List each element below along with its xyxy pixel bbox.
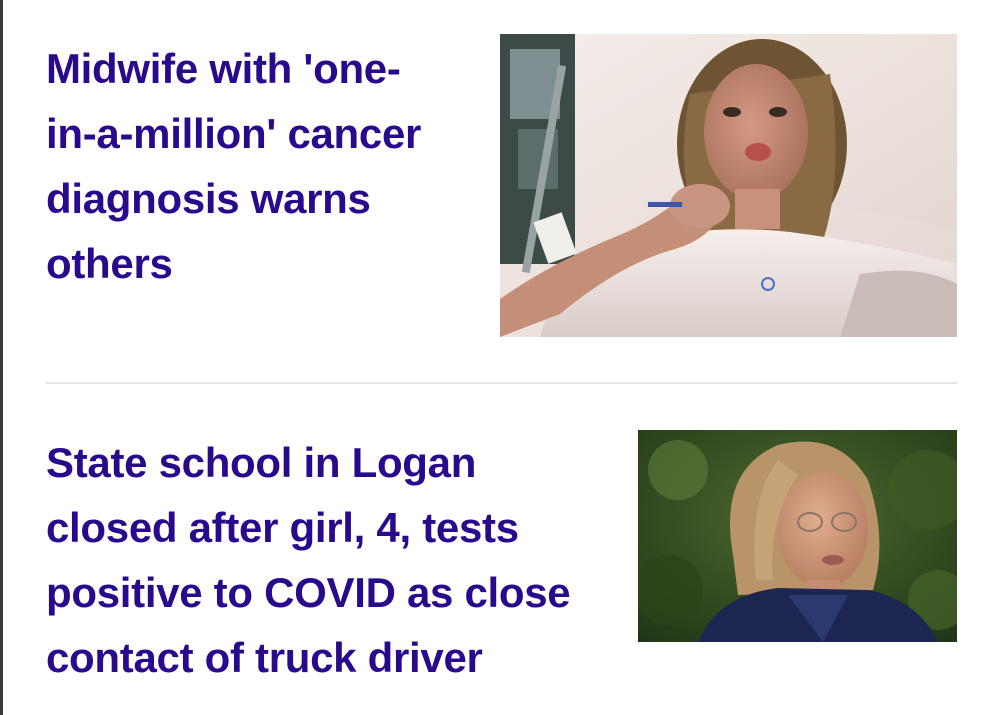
headline-line: contact of truck driver	[46, 634, 483, 681]
hospital-photo	[500, 34, 957, 337]
headline-line: in-a-million' cancer	[46, 110, 422, 157]
headline-line: Midwife with 'one-	[46, 45, 401, 92]
headline-line: closed after girl, 4, tests	[46, 504, 519, 551]
headline-line: diagnosis warns	[46, 175, 371, 222]
headline-line: positive to COVID as close	[46, 569, 571, 616]
story-card-midwife[interactable]: Midwife with 'one- in-a-million' cancer …	[0, 0, 1000, 360]
headline-line: State school in Logan	[46, 439, 477, 486]
story-divider	[46, 382, 957, 384]
story-card-logan-school[interactable]: State school in Logan closed after girl,…	[0, 400, 1000, 715]
story-headline[interactable]: State school in Logan closed after girl,…	[46, 430, 616, 690]
headline-line: others	[46, 240, 173, 287]
story-thumbnail[interactable]	[500, 34, 957, 337]
speaker-photo	[638, 430, 957, 642]
story-thumbnail[interactable]	[638, 430, 957, 642]
story-headline[interactable]: Midwife with 'one- in-a-million' cancer …	[46, 36, 476, 296]
